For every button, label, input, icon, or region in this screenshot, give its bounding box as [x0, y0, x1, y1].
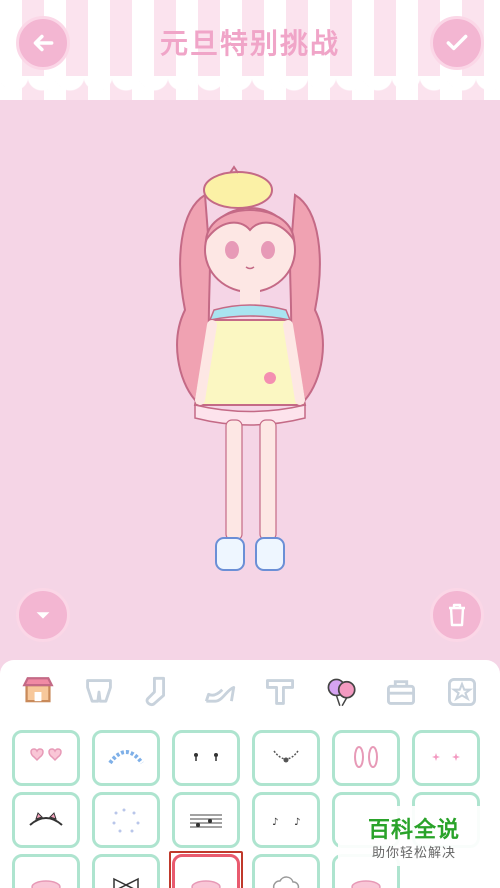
bunny-ears-icon — [354, 746, 378, 768]
tab-accessories[interactable] — [319, 670, 363, 714]
shirt-icon — [266, 679, 295, 705]
hat-item-icon — [351, 880, 381, 888]
item-cell[interactable] — [412, 730, 480, 786]
shop-icon — [22, 677, 54, 703]
watermark-title: 百科全说 — [367, 818, 460, 843]
bag-icon — [387, 680, 416, 705]
check-icon — [446, 34, 468, 51]
tab-favorites[interactable] — [440, 670, 484, 714]
sparkle-earrings-icon — [432, 753, 460, 761]
awning-scallop — [0, 76, 500, 100]
flower-headband-icon — [108, 750, 144, 765]
note-earrings-icon: ♪ ♪ — [272, 817, 300, 828]
item-cell[interactable] — [12, 854, 80, 888]
item-cell[interactable] — [252, 730, 320, 786]
page-title: 元旦特别挑战 — [159, 27, 340, 60]
tab-tops[interactable] — [258, 670, 302, 714]
item-cell[interactable] — [92, 854, 160, 888]
cat-ears-headband-icon — [29, 812, 63, 826]
item-cell[interactable] — [92, 730, 160, 786]
cloud-item-icon — [272, 876, 300, 888]
tab-bags[interactable] — [379, 670, 423, 714]
star-icon — [447, 678, 476, 706]
chevron-down-icon — [36, 612, 50, 619]
doll-character — [176, 165, 324, 571]
arrow-left-icon — [33, 34, 54, 52]
item-cell[interactable] — [12, 730, 80, 786]
balloon-icon — [327, 678, 356, 707]
category-tabs — [0, 660, 500, 724]
heart-glasses-icon — [30, 748, 62, 762]
item-cell[interactable] — [172, 730, 240, 786]
tab-shoes[interactable] — [198, 670, 242, 714]
confirm-button[interactable] — [430, 16, 484, 70]
dots-halo-icon — [112, 808, 140, 833]
tab-socks[interactable] — [137, 670, 181, 714]
necklace-icon — [273, 750, 299, 763]
svg-text:♪: ♪ — [294, 817, 300, 828]
header-awning: 元旦特别挑战 — [0, 0, 500, 100]
bow-item-icon — [113, 877, 139, 888]
shorts-icon — [85, 679, 112, 703]
delete-button[interactable] — [430, 588, 484, 642]
high-heel-icon — [204, 686, 235, 703]
hat-item-icon — [191, 880, 221, 888]
trash-icon — [449, 603, 465, 627]
tab-bottoms[interactable] — [77, 670, 121, 714]
watermark-subtitle: 助你轻松解决 — [371, 846, 456, 861]
hat-item-icon — [31, 880, 61, 888]
drop-earrings-icon — [194, 753, 218, 761]
item-cell[interactable] — [252, 854, 320, 888]
item-cell[interactable] — [12, 792, 80, 848]
sock-icon — [145, 676, 166, 707]
tab-shop[interactable] — [16, 670, 60, 714]
item-cell[interactable]: ♪ ♪ — [252, 792, 320, 848]
item-cell[interactable] — [172, 792, 240, 848]
back-button[interactable] — [16, 16, 70, 70]
character-stage — [0, 100, 500, 660]
item-cell[interactable] — [332, 730, 400, 786]
svg-text:♪: ♪ — [272, 817, 278, 828]
collapse-button[interactable] — [16, 588, 70, 642]
item-cell[interactable] — [169, 851, 243, 888]
watermark: 百科全说 助你轻松解决 — [338, 806, 490, 866]
music-notes-icon — [190, 814, 222, 828]
item-cell[interactable] — [92, 792, 160, 848]
